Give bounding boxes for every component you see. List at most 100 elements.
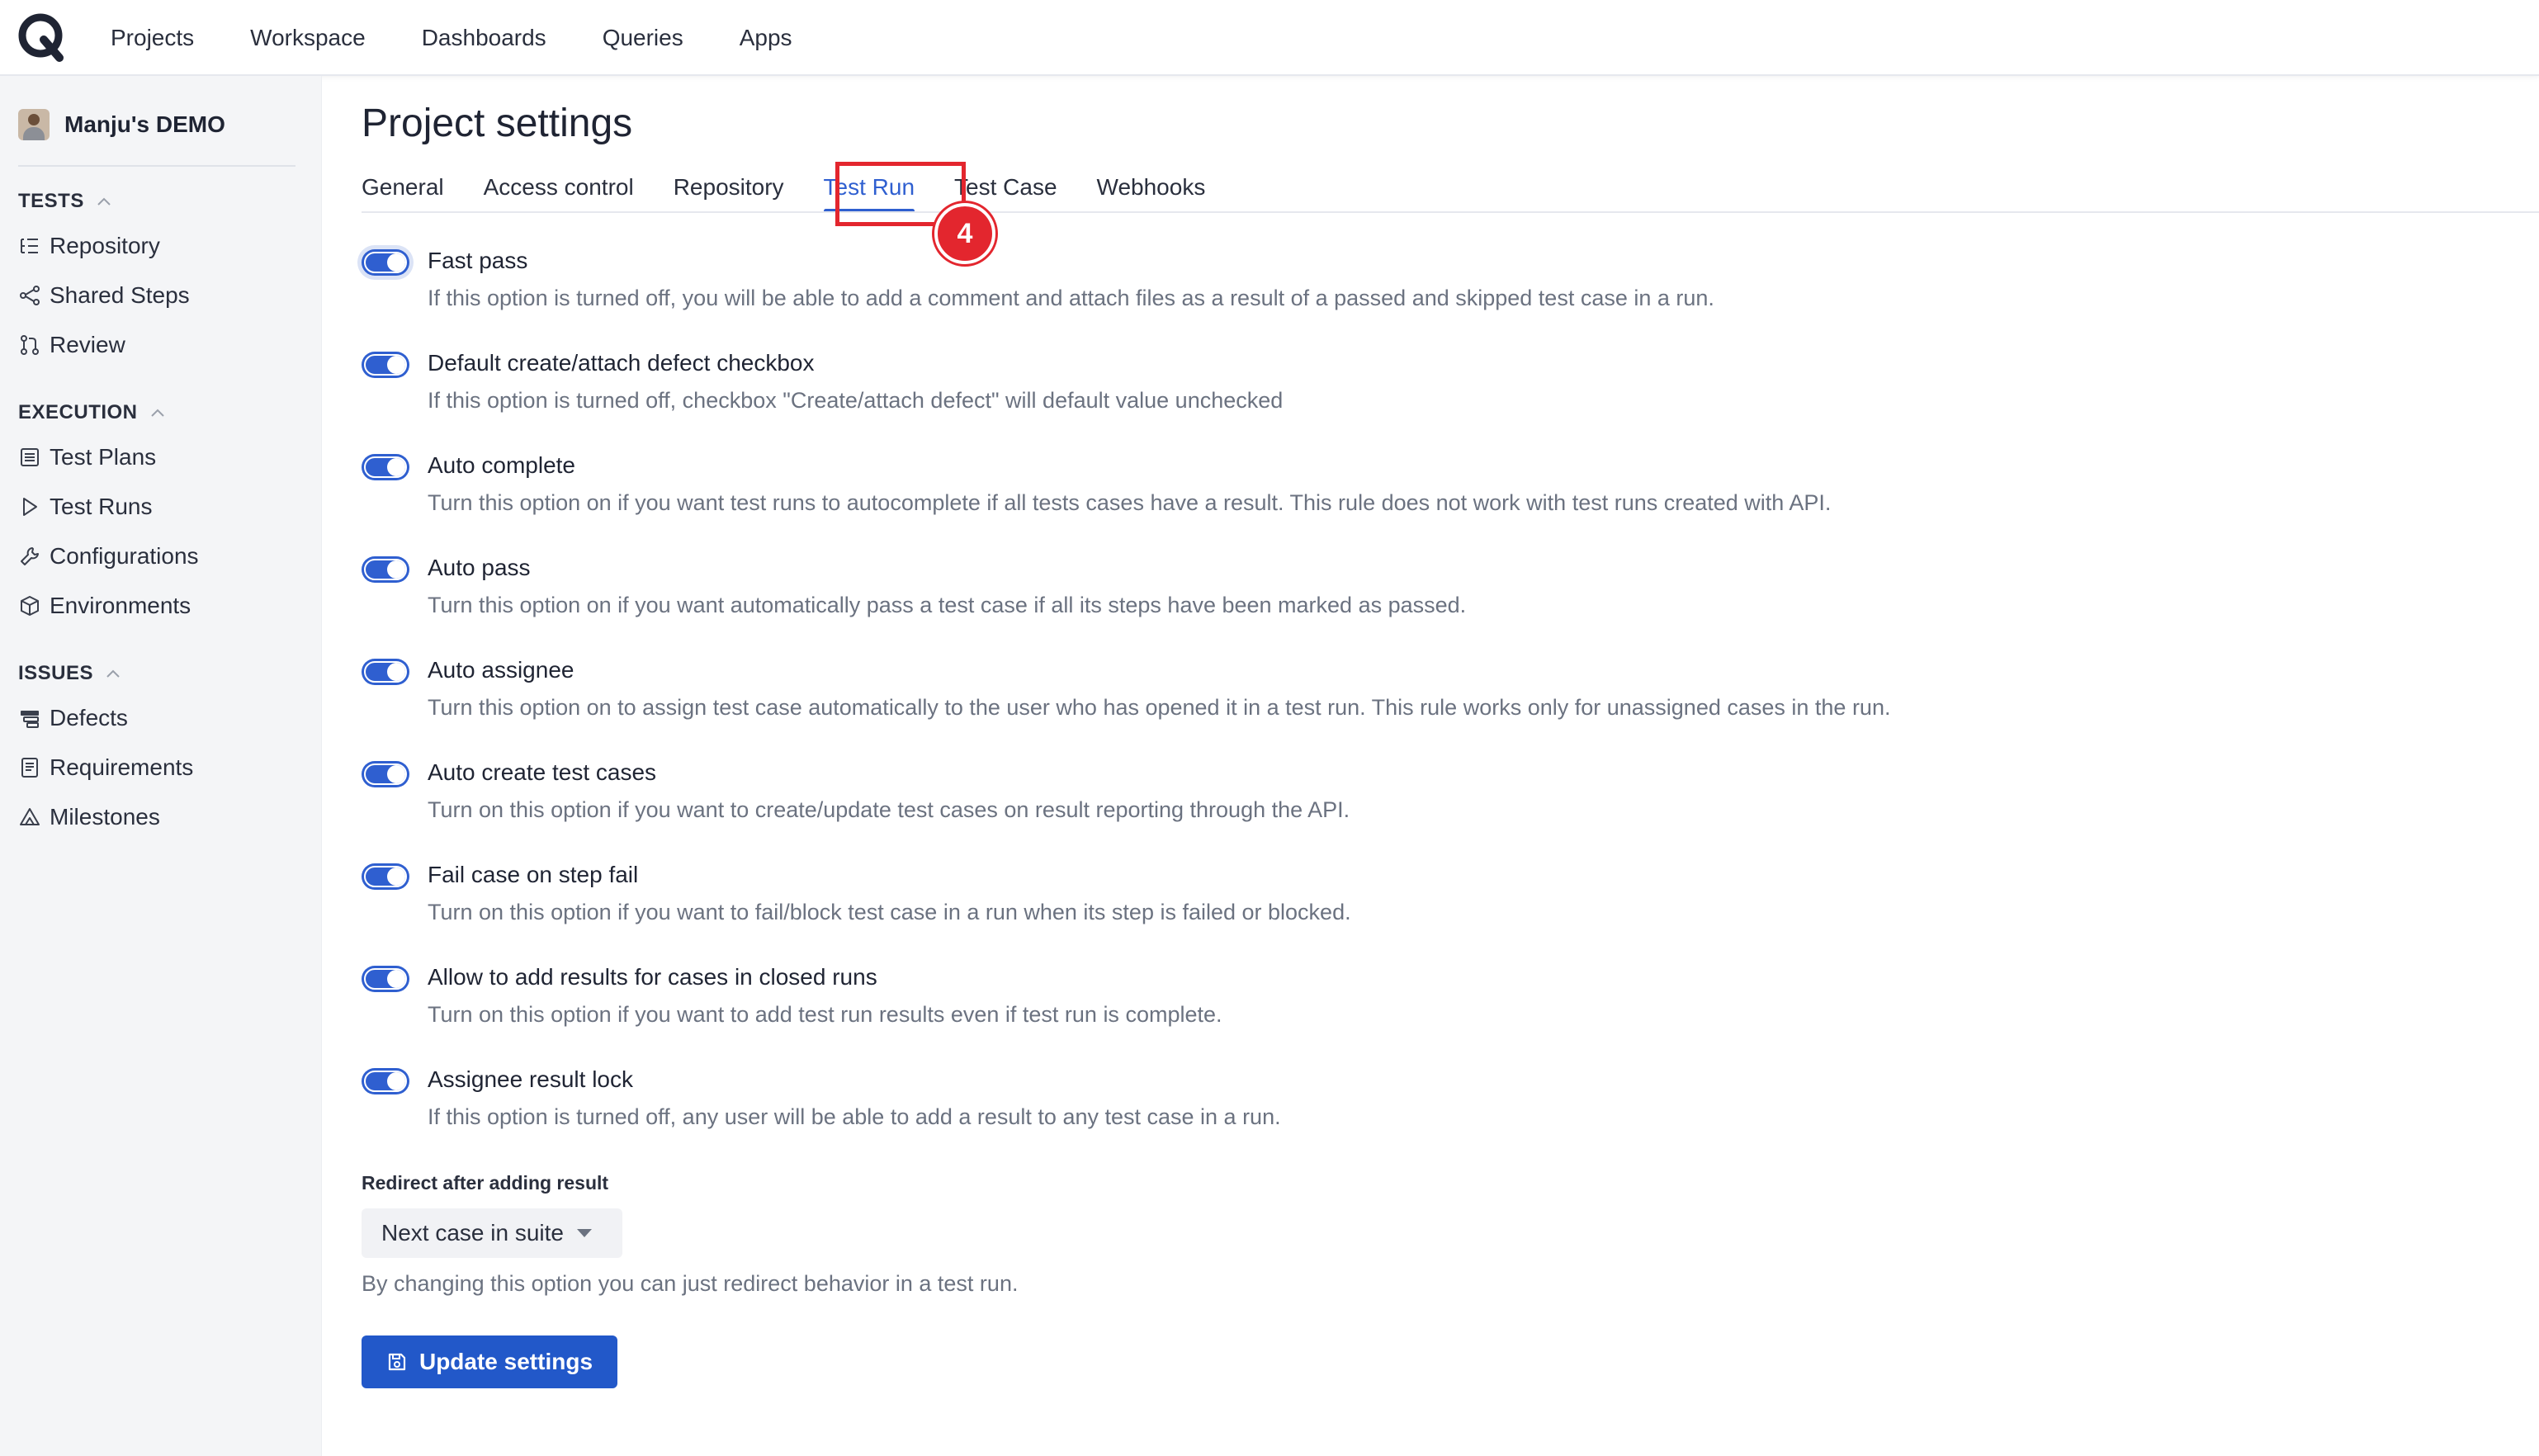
setting-description: Turn this option on if you want test run…	[428, 490, 1832, 515]
setting-title: Auto pass	[428, 555, 531, 580]
git-pull-request-icon	[21, 335, 39, 355]
tab-general[interactable]: General	[362, 168, 444, 215]
sidebar-item-requirements[interactable]: Requirements	[18, 754, 193, 781]
sidebar-item-test-runs[interactable]: Test Runs	[18, 494, 153, 520]
section-execution[interactable]: EXECUTION	[18, 401, 166, 424]
project-name: Manju's DEMO	[64, 111, 225, 137]
setting-auto-complete: Auto complete Turn this option on if you…	[362, 452, 2508, 556]
sidebar-item-repository[interactable]: Repository	[18, 233, 160, 259]
setting-results-closed-runs: Allow to add results for cases in closed…	[362, 964, 2508, 1068]
tab-access-control[interactable]: Access control	[484, 168, 634, 215]
toggle-switch[interactable]	[362, 863, 409, 890]
setting-title: Auto create test cases	[428, 759, 657, 785]
toggle-switch[interactable]	[362, 454, 409, 480]
nav-workspace[interactable]: Workspace	[250, 25, 366, 51]
setting-description: Turn this option on if you want automati…	[428, 593, 1467, 617]
top-navigation: Projects Workspace Dashboards Queries Ap…	[0, 0, 2539, 76]
save-icon	[388, 1353, 406, 1371]
chevron-up-icon	[97, 197, 111, 206]
toggle-switch[interactable]	[362, 352, 409, 378]
sidebar-item-label: Defects	[50, 705, 128, 730]
play-outline-icon	[23, 498, 37, 516]
settings-tabs: General Access control Repository Test R…	[362, 168, 1245, 215]
setting-assignee-result-lock: Assignee result lock If this option is t…	[362, 1066, 2508, 1170]
sidebar-item-label: Configurations	[50, 543, 199, 569]
toggle-switch[interactable]	[362, 556, 409, 583]
sidebar-divider	[18, 165, 296, 167]
setting-description: If this option is turned off, checkbox "…	[428, 388, 1284, 413]
project-switcher[interactable]: Manju's DEMO	[18, 109, 225, 140]
tab-repository[interactable]: Repository	[674, 168, 784, 215]
nav-queries[interactable]: Queries	[603, 25, 683, 51]
nav-dashboards[interactable]: Dashboards	[422, 25, 546, 51]
setting-auto-create-test-cases: Auto create test cases Turn on this opti…	[362, 759, 2508, 863]
update-settings-label: Update settings	[418, 1349, 593, 1374]
cube-icon	[21, 596, 39, 616]
list-tree-icon	[21, 239, 38, 253]
sidebar-item-label: Requirements	[50, 754, 194, 780]
setting-title: Fast pass	[428, 248, 528, 273]
sidebar-item-label: Review	[50, 332, 125, 357]
setting-title: Default create/attach defect checkbox	[428, 350, 815, 376]
section-title: EXECUTION	[18, 401, 138, 423]
caret-down-icon	[577, 1229, 592, 1237]
sidebar-item-label: Environments	[50, 593, 191, 618]
chevron-up-icon	[150, 409, 164, 417]
section-tests[interactable]: TESTS	[18, 190, 112, 213]
setting-title: Assignee result lock	[428, 1066, 634, 1092]
setting-fail-case-on-step-fail: Fail case on step fail Turn on this opti…	[362, 862, 2508, 966]
tab-webhooks[interactable]: Webhooks	[1097, 168, 1206, 215]
setting-fast-pass: Fast pass If this option is turned off, …	[362, 248, 2508, 352]
table-list-icon	[21, 448, 39, 466]
sidebar-item-test-plans[interactable]: Test Plans	[18, 444, 156, 470]
wrench-icon	[21, 547, 39, 565]
redirect-select-value: Next case in suite	[381, 1220, 564, 1246]
setting-description: If this option is turned off, any user w…	[428, 1104, 1281, 1129]
redirect-help-text: By changing this option you can just red…	[362, 1271, 1019, 1296]
sidebar-item-label: Test Plans	[50, 444, 157, 470]
setting-auto-assignee: Auto assignee Turn this option on to ass…	[362, 657, 2508, 761]
triangle-flag-icon	[20, 808, 40, 825]
sidebar-item-review[interactable]: Review	[18, 332, 125, 358]
toggle-switch[interactable]	[362, 1068, 409, 1094]
setting-title: Allow to add results for cases in closed…	[428, 964, 877, 990]
setting-title: Auto assignee	[428, 657, 574, 683]
sidebar-item-label: Milestones	[50, 804, 160, 830]
avatar	[18, 109, 50, 140]
page-title: Project settings	[362, 102, 633, 145]
sidebar-item-label: Shared Steps	[50, 282, 190, 308]
toggle-switch[interactable]	[362, 966, 409, 992]
sidebar-item-defects[interactable]: Defects	[18, 705, 128, 731]
toggle-switch[interactable]	[362, 249, 409, 276]
sidebar: Manju's DEMO TESTS Repository Shared Ste…	[0, 76, 322, 1456]
sidebar-item-milestones[interactable]: Milestones	[18, 804, 160, 830]
bug-stack-icon	[21, 711, 39, 728]
section-title: TESTS	[18, 190, 84, 212]
toggle-switch[interactable]	[362, 761, 409, 787]
update-settings-button[interactable]: Update settings	[362, 1335, 617, 1388]
section-title: ISSUES	[18, 662, 94, 684]
toggle-switch[interactable]	[362, 659, 409, 685]
sidebar-item-label: Test Runs	[50, 494, 153, 519]
setting-auto-pass: Auto pass Turn this option on if you wan…	[362, 555, 2508, 659]
tabs-divider	[362, 211, 2539, 213]
sidebar-item-label: Repository	[50, 233, 160, 258]
nav-apps[interactable]: Apps	[740, 25, 792, 51]
sidebar-item-environments[interactable]: Environments	[18, 593, 191, 619]
setting-description: Turn on this option if you want to add t…	[428, 1002, 1222, 1027]
nav-projects[interactable]: Projects	[111, 25, 194, 51]
redirect-label: Redirect after adding result	[362, 1172, 609, 1194]
section-issues[interactable]: ISSUES	[18, 662, 121, 685]
document-icon	[21, 758, 38, 778]
setting-description: If this option is turned off, you will b…	[428, 286, 1714, 310]
setting-description: Turn this option on to assign test case …	[428, 695, 1891, 720]
settings-list: Fast pass If this option is turned off, …	[362, 248, 2508, 1170]
sidebar-item-configurations[interactable]: Configurations	[18, 543, 199, 570]
chevron-up-icon	[106, 669, 120, 678]
setting-title: Fail case on step fail	[428, 862, 639, 887]
setting-description: Turn on this option if you want to fail/…	[428, 900, 1351, 924]
setting-title: Auto complete	[428, 452, 575, 478]
qase-logo-icon[interactable]	[17, 12, 68, 63]
redirect-select[interactable]: Next case in suite	[362, 1208, 622, 1258]
sidebar-item-shared-steps[interactable]: Shared Steps	[18, 282, 190, 309]
